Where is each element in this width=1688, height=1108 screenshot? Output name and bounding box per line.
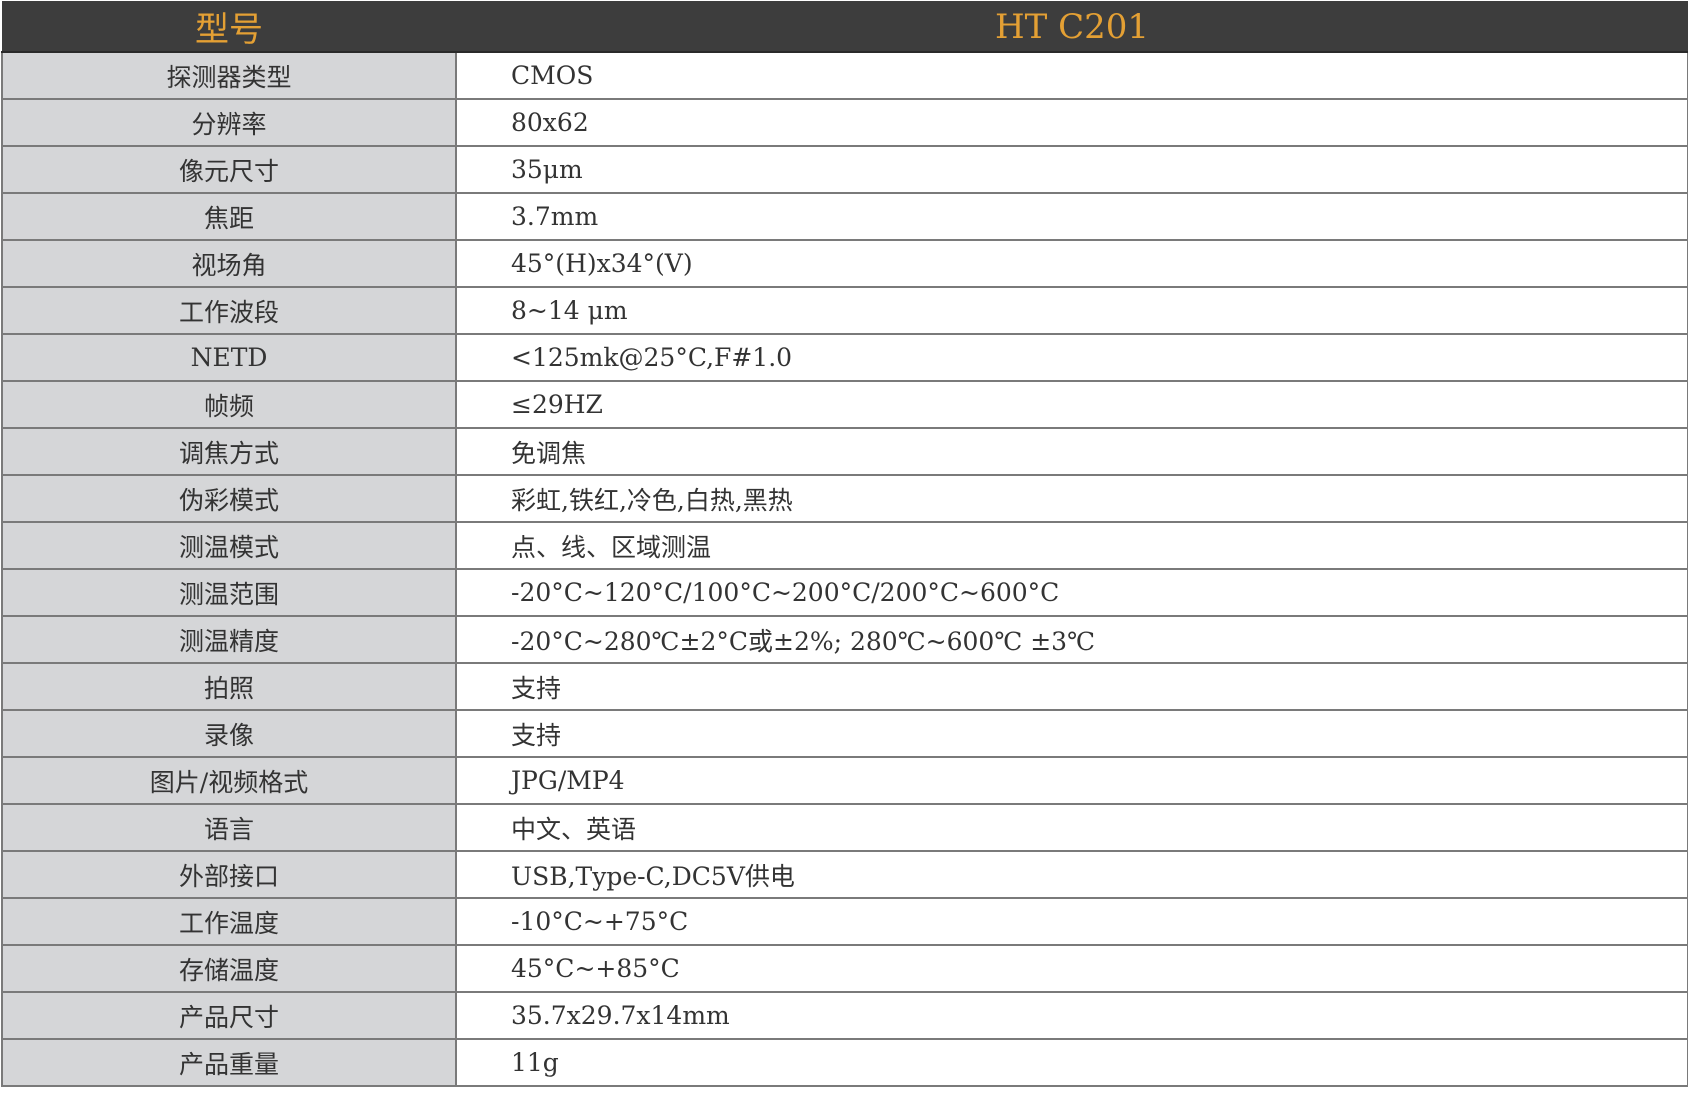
spec-value: -20°C~280℃±2°C或±2%; 280℃~600℃ ±3℃ bbox=[456, 616, 1688, 664]
spec-label: 探测器类型 bbox=[1, 52, 457, 100]
table-row: 分辨率 80x62 bbox=[1, 99, 1688, 147]
spec-value: 45°C~+85°C bbox=[456, 945, 1688, 993]
spec-body: 探测器类型 CMOS 分辨率 80x62 像元尺寸 35μm 焦距 3.7mm 视场角 45°(H… bbox=[1, 52, 1688, 1087]
table-row: 外部接口 USB,Type-C,DC5V供电 bbox=[1, 851, 1688, 899]
spec-value: -10°C~+75°C bbox=[456, 898, 1688, 946]
spec-value: 35μm bbox=[456, 146, 1688, 194]
spec-label: 工作温度 bbox=[1, 898, 457, 946]
spec-label: 拍照 bbox=[1, 663, 457, 711]
table-row: 产品尺寸 35.7x29.7x14mm bbox=[1, 992, 1688, 1040]
table-row: 产品重量 11g bbox=[1, 1039, 1688, 1087]
table-row: 图片/视频格式 JPG/MP4 bbox=[1, 757, 1688, 805]
spec-value: 免调焦 bbox=[456, 428, 1688, 476]
spec-value: JPG/MP4 bbox=[456, 757, 1688, 805]
spec-label: 像元尺寸 bbox=[1, 146, 457, 194]
spec-label: 存储温度 bbox=[1, 945, 457, 993]
table-row: 探测器类型 CMOS bbox=[1, 52, 1688, 100]
spec-value: 35.7x29.7x14mm bbox=[456, 992, 1688, 1040]
spec-label: 视场角 bbox=[1, 240, 457, 288]
spec-label: 工作波段 bbox=[1, 287, 457, 335]
header-model: HT C201 bbox=[455, 1, 1688, 53]
spec-label: 帧频 bbox=[1, 381, 457, 429]
spec-value: 45°(H)x34°(V) bbox=[456, 240, 1688, 288]
table-row: 拍照 支持 bbox=[1, 663, 1688, 711]
spec-table: 型号 HT C201 探测器类型 CMOS 分辨率 80x62 像元尺寸 35μm 焦距 3.… bbox=[1, 1, 1688, 1087]
spec-value: 支持 bbox=[456, 663, 1688, 711]
spec-label: NETD bbox=[1, 334, 457, 382]
spec-value: 点、线、区域测温 bbox=[456, 522, 1688, 570]
spec-label: 测温模式 bbox=[1, 522, 457, 570]
table-row: 像元尺寸 35μm bbox=[1, 146, 1688, 194]
table-row: NETD <125mk@25°C,F#1.0 bbox=[1, 334, 1688, 382]
spec-label: 分辨率 bbox=[1, 99, 457, 147]
table-row: 帧频 ≤29HZ bbox=[1, 381, 1688, 429]
table-row: 调焦方式 免调焦 bbox=[1, 428, 1688, 476]
spec-label: 测温范围 bbox=[1, 569, 457, 617]
table-row: 工作温度 -10°C~+75°C bbox=[1, 898, 1688, 946]
spec-value: USB,Type-C,DC5V供电 bbox=[456, 851, 1688, 899]
spec-value: 3.7mm bbox=[456, 193, 1688, 241]
spec-label: 外部接口 bbox=[1, 851, 457, 899]
table-row: 伪彩模式 彩虹,铁红,冷色,白热,黑热 bbox=[1, 475, 1688, 523]
spec-label: 语言 bbox=[1, 804, 457, 852]
table-row: 测温模式 点、线、区域测温 bbox=[1, 522, 1688, 570]
spec-value: CMOS bbox=[456, 52, 1688, 100]
header-label: 型号 bbox=[1, 1, 457, 53]
spec-value: 支持 bbox=[456, 710, 1688, 758]
spec-label: 焦距 bbox=[1, 193, 457, 241]
spec-label: 产品重量 bbox=[1, 1039, 457, 1087]
spec-value: ≤29HZ bbox=[456, 381, 1688, 429]
spec-value: 80x62 bbox=[456, 99, 1688, 147]
spec-label: 产品尺寸 bbox=[1, 992, 457, 1040]
spec-label: 测温精度 bbox=[1, 616, 457, 664]
spec-value: 彩虹,铁红,冷色,白热,黑热 bbox=[456, 475, 1688, 523]
table-row: 测温精度 -20°C~280℃±2°C或±2%; 280℃~600℃ ±3℃ bbox=[1, 616, 1688, 664]
spec-value: -20°C~120°C/100°C~200°C/200°C~600°C bbox=[456, 569, 1688, 617]
spec-value: 中文、英语 bbox=[456, 804, 1688, 852]
table-row: 语言 中文、英语 bbox=[1, 804, 1688, 852]
table-row: 录像 支持 bbox=[1, 710, 1688, 758]
spec-value: 8~14 μm bbox=[456, 287, 1688, 335]
spec-label: 录像 bbox=[1, 710, 457, 758]
table-row: 焦距 3.7mm bbox=[1, 193, 1688, 241]
spec-label: 图片/视频格式 bbox=[1, 757, 457, 805]
table-row: 存储温度 45°C~+85°C bbox=[1, 945, 1688, 993]
spec-label: 伪彩模式 bbox=[1, 475, 457, 523]
table-row: 视场角 45°(H)x34°(V) bbox=[1, 240, 1688, 288]
table-row: 工作波段 8~14 μm bbox=[1, 287, 1688, 335]
table-row: 测温范围 -20°C~120°C/100°C~200°C/200°C~600°C bbox=[1, 569, 1688, 617]
header-row: 型号 HT C201 bbox=[1, 1, 1688, 53]
spec-value: 11g bbox=[456, 1039, 1688, 1087]
spec-label: 调焦方式 bbox=[1, 428, 457, 476]
spec-value: <125mk@25°C,F#1.0 bbox=[456, 334, 1688, 382]
